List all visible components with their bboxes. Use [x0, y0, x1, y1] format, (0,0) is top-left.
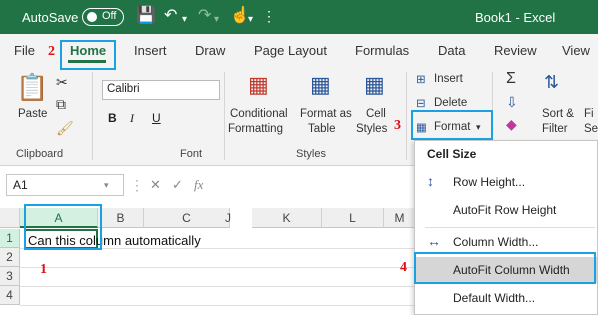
- italic-button[interactable]: I: [130, 111, 134, 126]
- menu-heading: Cell Size: [427, 147, 477, 161]
- tab-draw[interactable]: Draw: [195, 43, 225, 58]
- autosum-icon[interactable]: Σ: [506, 70, 516, 88]
- font-name-select[interactable]: Calibri: [102, 80, 220, 100]
- cell-styles-icon[interactable]: ▦: [364, 72, 385, 98]
- quick-access-dropdown-icon[interactable]: ▾: [248, 10, 253, 30]
- toggle-state: Off: [102, 10, 117, 22]
- autosave-toggle[interactable]: Off: [82, 8, 124, 26]
- format-as-table-label-2[interactable]: Table: [308, 123, 336, 135]
- column-header-b[interactable]: B: [98, 208, 144, 228]
- format-painter-icon[interactable]: 🖌: [56, 120, 74, 137]
- conditional-formatting-label-1[interactable]: Conditional: [230, 108, 288, 120]
- column-header-l[interactable]: L: [322, 208, 384, 228]
- row-header-2[interactable]: 2: [0, 248, 20, 267]
- menu-item-default-width[interactable]: Default Width...: [415, 285, 597, 311]
- column-header-j[interactable]: J: [204, 208, 252, 228]
- find-select-label-2[interactable]: Se: [584, 123, 598, 135]
- select-all-corner[interactable]: [0, 208, 20, 228]
- highlight-home-tab: [60, 40, 116, 70]
- highlight-autofit-column-width: [414, 252, 596, 284]
- step-number-3: 3: [394, 118, 401, 133]
- row-header-4[interactable]: 4: [0, 286, 20, 305]
- conditional-formatting-label-2[interactable]: Formatting: [228, 123, 283, 135]
- tab-page-layout[interactable]: Page Layout: [254, 43, 327, 58]
- sort-filter-label-1[interactable]: Sort &: [542, 108, 574, 120]
- tab-formulas[interactable]: Formulas: [355, 43, 409, 58]
- menu-item-label: Row Height...: [453, 175, 526, 189]
- gridline: [20, 305, 415, 306]
- highlight-column-a: [24, 204, 102, 250]
- cell-styles-label-1[interactable]: Cell: [366, 108, 386, 120]
- format-as-table-icon[interactable]: ▦: [310, 72, 331, 98]
- styles-group-label: Styles: [296, 148, 326, 160]
- enter-icon[interactable]: ✓: [172, 177, 183, 193]
- step-number-4: 4: [400, 260, 407, 275]
- underline-button[interactable]: U: [152, 111, 161, 125]
- undo-dropdown-icon[interactable]: ▾: [182, 10, 187, 30]
- copy-icon[interactable]: ⧉: [56, 96, 66, 113]
- paste-icon[interactable]: 📋: [16, 72, 48, 103]
- save-icon[interactable]: 💾: [136, 6, 156, 26]
- delete-cells-icon[interactable]: ⊟: [416, 96, 426, 110]
- bold-button[interactable]: B: [108, 111, 117, 125]
- cancel-icon[interactable]: ✕: [150, 177, 161, 193]
- sort-filter-icon[interactable]: ⇅: [544, 72, 559, 93]
- column-width-icon: ↔: [427, 233, 441, 249]
- paste-button[interactable]: Paste: [18, 108, 47, 120]
- formula-options-icon[interactable]: ⋮: [130, 177, 144, 194]
- menu-item-label: Default Width...: [453, 291, 536, 305]
- insert-cells-icon[interactable]: ⊞: [416, 72, 426, 86]
- format-dropdown-menu: Cell Size ↕ Row Height... AutoFit Row He…: [414, 140, 598, 315]
- redo-dropdown-icon[interactable]: ▾: [214, 10, 219, 30]
- gridline: [20, 286, 415, 287]
- touch-mode-icon[interactable]: ☝: [230, 6, 250, 26]
- tab-review[interactable]: Review: [494, 43, 537, 58]
- find-select-label-1[interactable]: Fi: [584, 108, 594, 120]
- toggle-knob: [87, 12, 97, 22]
- fill-icon[interactable]: ⇩: [506, 94, 518, 111]
- menu-divider: [425, 227, 595, 228]
- insert-button[interactable]: Insert: [434, 73, 463, 85]
- menu-item-row-height[interactable]: ↕ Row Height...: [415, 169, 597, 195]
- cut-icon[interactable]: ✂: [56, 74, 68, 91]
- menu-item-autofit-row-height[interactable]: AutoFit Row Height: [415, 197, 597, 223]
- cell-styles-label-2[interactable]: Styles: [356, 123, 387, 135]
- title-bar: AutoSave Off 💾 ↶ ▾ ↷ ▾ ☝ ▾ ⋮ Book1 - Exc…: [0, 0, 598, 34]
- tab-insert[interactable]: Insert: [134, 43, 167, 58]
- step-number-2: 2: [48, 44, 55, 59]
- menu-item-label: AutoFit Row Height: [453, 203, 557, 217]
- divider: [224, 72, 225, 160]
- row-header-3[interactable]: 3: [0, 267, 20, 286]
- step-number-1: 1: [40, 262, 47, 277]
- undo-icon[interactable]: ↶: [164, 6, 177, 26]
- font-group-label: Font: [180, 148, 203, 160]
- tab-file[interactable]: File: [14, 43, 35, 58]
- divider: [406, 72, 407, 160]
- redo-icon[interactable]: ↷: [198, 6, 211, 26]
- tab-view[interactable]: View: [562, 43, 590, 58]
- name-box-dropdown-icon[interactable]: ▾: [104, 180, 109, 191]
- autosave-label: AutoSave: [22, 10, 79, 25]
- row-header-1[interactable]: 1: [0, 229, 20, 248]
- row-height-icon: ↕: [427, 173, 434, 189]
- menu-item-label: Column Width...: [453, 235, 539, 249]
- clear-icon[interactable]: ◆: [506, 116, 517, 133]
- column-header-m[interactable]: M: [384, 208, 416, 228]
- gridline: [20, 267, 415, 268]
- divider: [92, 72, 93, 160]
- clipboard-group-label: Clipboard: [16, 148, 64, 160]
- column-header-k[interactable]: K: [252, 208, 322, 228]
- tab-data[interactable]: Data: [438, 43, 465, 58]
- delete-button[interactable]: Delete: [434, 97, 467, 109]
- highlight-format-button: [411, 110, 493, 140]
- function-icon[interactable]: fx: [194, 177, 203, 193]
- sort-filter-label-2[interactable]: Filter: [542, 123, 568, 135]
- document-title: Book1 - Excel: [475, 10, 556, 25]
- customize-icon[interactable]: ⋮: [262, 6, 276, 26]
- format-as-table-label-1[interactable]: Format as: [300, 108, 352, 120]
- conditional-formatting-icon[interactable]: ▦: [248, 72, 269, 98]
